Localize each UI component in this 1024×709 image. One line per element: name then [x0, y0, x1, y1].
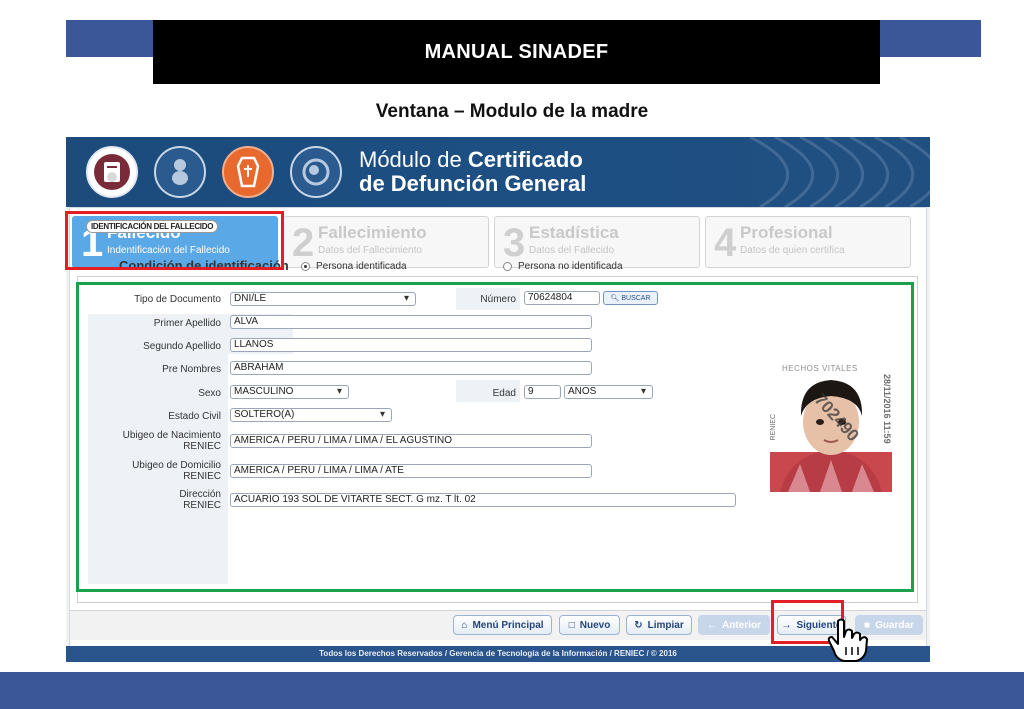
step-title: Profesional [740, 223, 833, 242]
certificate-icon [86, 146, 138, 198]
menu-principal-button[interactable]: ⌂ Menú Principal [453, 615, 552, 635]
button-label: Nuevo [579, 619, 611, 631]
anterior-button[interactable]: ← Anterior [698, 615, 770, 635]
app-title-light: Módulo de [359, 147, 468, 172]
step-profesional[interactable]: 4 Profesional Datos de quien certifica [705, 216, 911, 268]
app-title-bold: Certificado [467, 147, 583, 172]
radio-identified[interactable]: Persona identificada [301, 261, 407, 272]
radio-dot [301, 262, 310, 271]
step-number: 4 [714, 221, 737, 265]
app-title: Módulo de Certificado de Defunción Gener… [359, 148, 586, 196]
app-footer: Todos los Derechos Reservados / Gerencia… [66, 646, 930, 662]
header-pattern [749, 137, 930, 207]
arrow-left-icon: ← [707, 619, 718, 631]
baby-icon [154, 146, 206, 198]
highlight-form [76, 282, 914, 592]
nuevo-button[interactable]: □ Nuevo [559, 615, 620, 635]
app-header: Módulo de Certificado de Defunción Gener… [66, 137, 930, 207]
button-label: Limpiar [647, 619, 684, 631]
step-desc: Datos del Fallecido [529, 245, 615, 256]
slide: MANUAL SINADEF Ventana – Modulo de la ma… [0, 0, 1024, 709]
button-label: Guardar [875, 619, 914, 631]
step-desc: Datos del Fallecimiento [318, 245, 422, 256]
eraser-icon: ↻ [634, 619, 643, 631]
home-icon: ⌂ [461, 619, 468, 631]
radio-dot [503, 262, 512, 271]
button-label: Anterior [722, 619, 761, 631]
slide-subtitle: Ventana – Modulo de la madre [375, 101, 649, 122]
step-number: 3 [503, 221, 526, 265]
bottom-band [0, 672, 1024, 709]
step-number: 2 [292, 221, 315, 265]
hand-cursor-icon [827, 618, 868, 662]
new-document-icon: □ [568, 619, 575, 631]
slide-title: MANUAL SINADEF [153, 20, 880, 84]
fetal-icon [290, 146, 342, 198]
radio-label: Persona no identificada [518, 261, 623, 272]
limpiar-button[interactable]: ↻ Limpiar [626, 615, 692, 635]
step-title: Estadística [529, 223, 619, 242]
step-title: Fallecimiento [318, 223, 427, 242]
highlight-step-1 [65, 211, 284, 270]
coffin-icon [222, 146, 274, 198]
button-label: Menú Principal [472, 619, 544, 631]
app-title-line2: de Defunción General [359, 171, 587, 196]
radio-not-identified[interactable]: Persona no identificada [503, 261, 623, 272]
radio-label: Persona identificada [316, 261, 407, 272]
step-desc: Datos de quien certifica [740, 245, 845, 256]
